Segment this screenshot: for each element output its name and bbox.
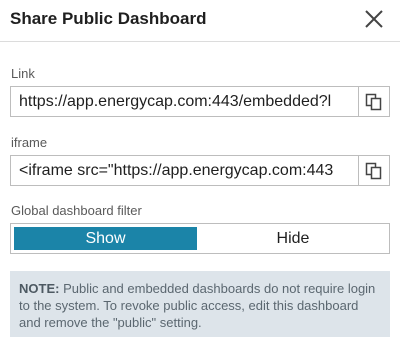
iframe-field-row	[10, 155, 390, 186]
dialog-title: Share Public Dashboard	[10, 9, 207, 28]
close-button[interactable]	[362, 7, 386, 31]
link-field-row	[10, 86, 390, 117]
iframe-input[interactable]	[10, 155, 358, 186]
close-icon	[365, 10, 383, 28]
note-box: NOTE: Public and embedded dashboards do …	[10, 271, 390, 337]
filter-toggle: Show Hide	[10, 223, 390, 254]
share-dashboard-dialog: Share Public Dashboard Link iframe Globa	[0, 0, 400, 347]
copy-icon	[365, 162, 382, 179]
toggle-hide-option[interactable]: Hide	[197, 224, 389, 253]
toggle-show-option[interactable]: Show	[14, 227, 197, 250]
dialog-header: Share Public Dashboard	[0, 0, 400, 42]
copy-icon	[365, 93, 382, 110]
copy-link-button[interactable]	[358, 86, 390, 117]
copy-iframe-button[interactable]	[358, 155, 390, 186]
filter-label: Global dashboard filter	[11, 203, 142, 218]
link-label: Link	[11, 66, 35, 81]
note-prefix: NOTE:	[19, 281, 60, 296]
link-input[interactable]	[10, 86, 358, 117]
note-text: Public and embedded dashboards do not re…	[19, 281, 376, 330]
iframe-label: iframe	[11, 135, 48, 150]
